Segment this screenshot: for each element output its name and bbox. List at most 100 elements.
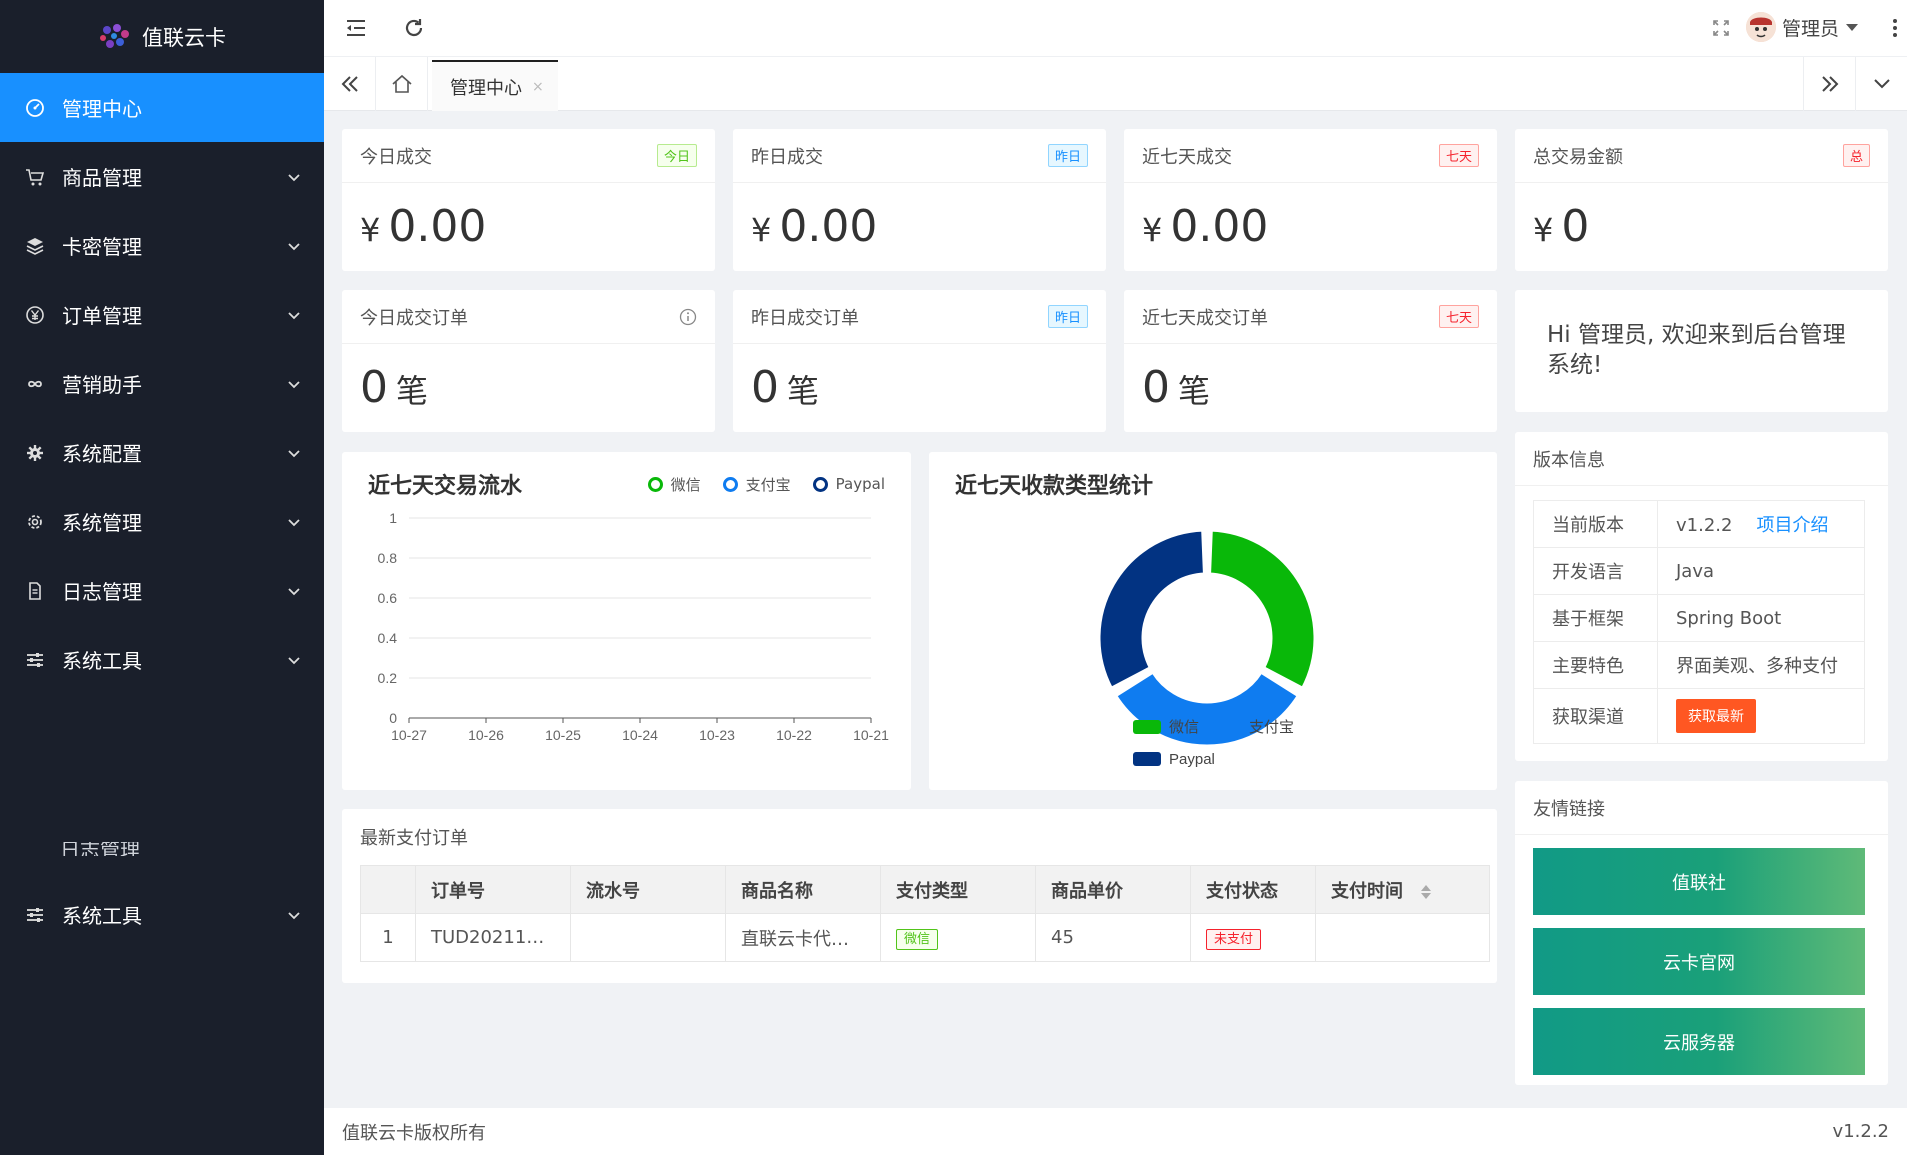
- menu-label: 商品管理: [62, 166, 142, 190]
- legend-marker[interactable]: [1133, 720, 1161, 734]
- legend-label: 微信: [1169, 719, 1199, 736]
- close-icon[interactable]: ×: [532, 79, 544, 95]
- chevron-down-icon: [288, 518, 300, 526]
- menu-label: 日志管理: [60, 842, 140, 856]
- stat-card-today: 今日成交 今日 ¥0.00: [342, 129, 715, 271]
- tab-bar: 管理中心 ×: [324, 57, 1907, 111]
- sliders-icon: [24, 904, 46, 926]
- card-title: 最新支付订单: [360, 828, 468, 849]
- caret-down-icon: [1846, 24, 1858, 31]
- app-logo[interactable]: 值联云卡: [0, 0, 324, 73]
- y-tick-label: 0: [389, 710, 397, 726]
- version-key: 开发语言: [1533, 547, 1658, 595]
- menu-item-cards[interactable]: 卡密管理: [0, 211, 324, 280]
- info-icon[interactable]: [679, 308, 697, 326]
- column-header-order-no: 订单号: [415, 865, 571, 914]
- card-title: 总交易金额: [1533, 146, 1623, 168]
- friend-link-cloud-server[interactable]: 云服务器: [1533, 1008, 1865, 1075]
- tabs-scroll-left-button[interactable]: [324, 57, 376, 111]
- menu-item-products[interactable]: 商品管理: [0, 142, 324, 211]
- menu-item-dashboard[interactable]: 管理中心: [0, 73, 324, 142]
- version-card: 版本信息 当前版本 v1.2.2 项目介绍 开发语言 Java 基于框架 Spri…: [1515, 432, 1888, 761]
- table-row: 基于框架 Spring Boot: [1533, 594, 1865, 642]
- more-options-button[interactable]: [1887, 14, 1903, 42]
- x-tick-label: 10-25: [545, 727, 581, 743]
- menu-item-system-manage[interactable]: 系统管理: [0, 487, 324, 556]
- refresh-button[interactable]: [400, 14, 428, 42]
- currency-symbol: ¥: [751, 211, 772, 249]
- sort-icon[interactable]: [1419, 883, 1433, 901]
- menu-label: 日志管理: [62, 580, 142, 604]
- pie-slice[interactable]: [1097, 528, 1206, 690]
- legend-label: Paypal: [835, 475, 885, 493]
- chart-legend: 微信 支付宝 Paypal: [647, 474, 885, 495]
- sliders-icon: [24, 649, 46, 671]
- stat-unit: 笔: [787, 372, 820, 410]
- period-badge: 昨日: [1047, 144, 1088, 167]
- column-header-pay-type: 支付类型: [880, 865, 1036, 914]
- column-header-time[interactable]: 支付时间: [1315, 865, 1490, 914]
- tab-dashboard[interactable]: 管理中心 ×: [432, 60, 558, 111]
- menu-item-orders[interactable]: 订单管理: [0, 280, 324, 349]
- chevron-down-icon: [1873, 79, 1890, 89]
- chevron-down-icon: [288, 242, 300, 250]
- period-badge: 总: [1842, 144, 1870, 167]
- chevron-down-icon: [288, 449, 300, 457]
- friend-link-yunka-official[interactable]: 云卡官网: [1533, 928, 1865, 995]
- menu-item-tools-duplicate[interactable]: 系统工具: [0, 880, 324, 949]
- collapse-sidebar-button[interactable]: [342, 14, 370, 42]
- pie-slice[interactable]: [1208, 528, 1317, 690]
- gear-icon: [24, 442, 46, 464]
- legend-marker[interactable]: [1213, 720, 1241, 734]
- avatar: [1745, 12, 1776, 42]
- fullscreen-button[interactable]: [1707, 14, 1735, 42]
- y-tick-label: 1: [389, 510, 397, 526]
- user-name: 管理员: [1781, 17, 1839, 40]
- card-title: 今日成交: [360, 146, 432, 168]
- pie-chart: 微信 支付宝 Paypal: [1097, 528, 1317, 768]
- home-icon: [391, 74, 412, 93]
- menu-label: 系统配置: [62, 442, 142, 466]
- version-value: 获取最新: [1657, 688, 1865, 744]
- time-cell: [1315, 913, 1490, 962]
- period-badge: 七天: [1438, 305, 1479, 328]
- stat-card-yesterday: 昨日成交 昨日 ¥0.00: [733, 129, 1106, 271]
- menu-item-system-config[interactable]: 系统配置: [0, 418, 324, 487]
- friend-link-zhilianshe[interactable]: 值联社: [1533, 848, 1865, 915]
- sidebar: 值联云卡 管理中心 商品管理 卡密管理 订单管理 营销助手 系统配置 系统管理 …: [0, 0, 324, 1155]
- menu-label: 订单管理: [62, 304, 142, 328]
- legend-item-alipay[interactable]: 支付宝: [722, 474, 791, 495]
- stat-value: 0.00: [388, 201, 487, 252]
- settings-icon: [24, 511, 46, 533]
- friend-links-card: 友情链接 值联社 云卡官网 云服务器: [1515, 781, 1888, 1085]
- stat-card-seven-days: 近七天成交 七天 ¥0.00: [1124, 129, 1497, 271]
- legend-label: 支付宝: [1249, 719, 1294, 736]
- menu-label: 系统工具: [62, 649, 142, 673]
- legend-item-wechat[interactable]: 微信: [647, 474, 701, 495]
- status-badge: 未支付: [1206, 929, 1262, 950]
- card-title: 近七天成交订单: [1142, 307, 1268, 329]
- chart-title: 近七天交易流水: [368, 474, 523, 499]
- logo-icon: [100, 23, 129, 48]
- pay-type-badge: 微信: [896, 929, 939, 950]
- table-row[interactable]: 1 TUD20211… 直联云卡代… 微信 45 未支付: [360, 913, 1490, 962]
- tabs-dropdown-button[interactable]: [1855, 57, 1907, 111]
- user-menu[interactable]: 管理员: [1745, 12, 1859, 42]
- column-header-label: 支付时间: [1331, 880, 1403, 902]
- legend-item-paypal[interactable]: Paypal: [812, 475, 885, 493]
- period-badge: 七天: [1438, 144, 1479, 167]
- yen-icon: [24, 304, 46, 326]
- legend-marker[interactable]: [1133, 752, 1161, 766]
- version-key: 获取渠道: [1533, 688, 1658, 744]
- legend-marker: [812, 476, 828, 492]
- menu-item-logs[interactable]: 日志管理: [0, 556, 324, 625]
- get-latest-button[interactable]: 获取最新: [1676, 699, 1756, 733]
- line-chart-card: 近七天交易流水 微信 支付宝 Paypal 1 0.8 0.6 0.4 0.2 0 10-2…: [342, 452, 911, 790]
- menu-item-marketing[interactable]: 营销助手: [0, 349, 324, 418]
- tabs-scroll-right-button[interactable]: [1803, 57, 1855, 111]
- menu-item-tools[interactable]: 系统工具: [0, 625, 324, 694]
- table-header-row: 订单号 流水号 商品名称 支付类型 商品单价 支付状态 支付时间: [360, 865, 1490, 914]
- project-intro-link[interactable]: 项目介绍: [1756, 515, 1828, 536]
- home-tab-button[interactable]: [376, 57, 428, 111]
- chevron-down-icon: [288, 656, 300, 664]
